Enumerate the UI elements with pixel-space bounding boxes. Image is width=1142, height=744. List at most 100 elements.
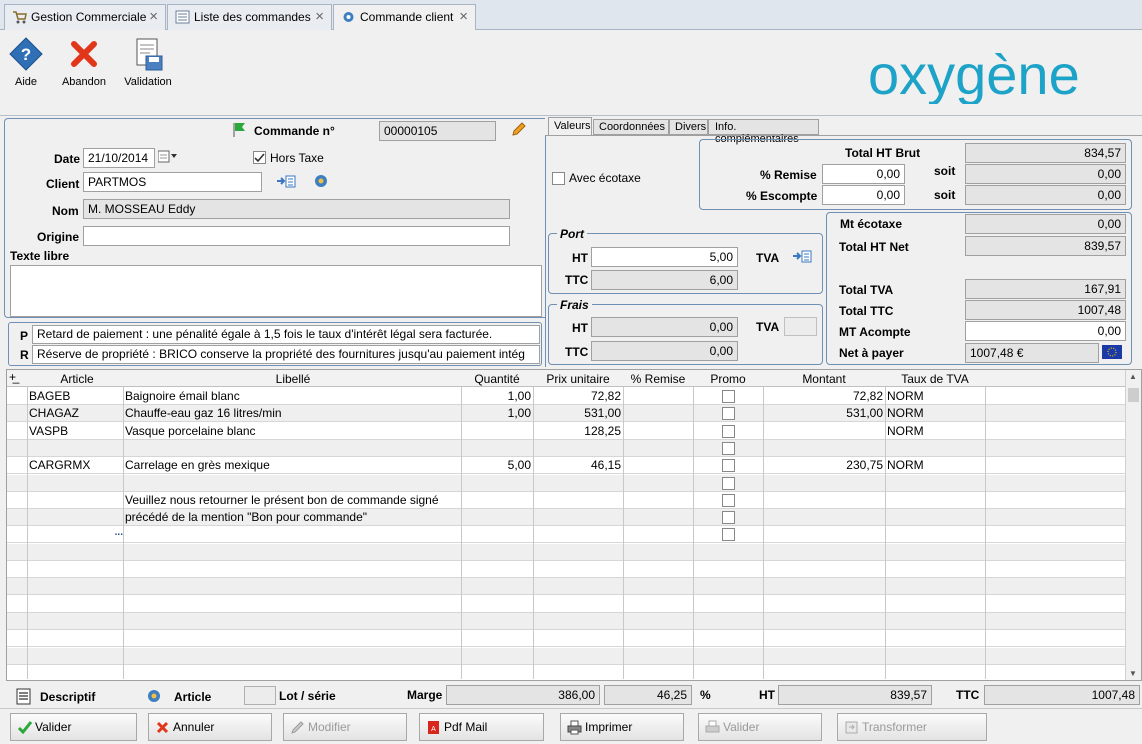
promo-checkbox[interactable] xyxy=(721,459,735,473)
client-lookup-icon[interactable] xyxy=(276,174,296,189)
table-row[interactable] xyxy=(7,612,1127,630)
grid-cell-promo[interactable] xyxy=(693,527,763,544)
frais-tva-button[interactable] xyxy=(784,317,817,336)
tab-gestion-commerciale[interactable]: Gestion Commerciale × xyxy=(4,4,166,30)
table-row[interactable] xyxy=(7,543,1127,561)
port-ht-field[interactable]: 5,00 xyxy=(591,247,738,267)
calendar-dropdown-icon[interactable] xyxy=(157,150,180,164)
grid-cell-montant[interactable]: 531,00 xyxy=(763,406,885,420)
table-row[interactable]: ... xyxy=(7,526,1127,544)
col-quantite[interactable]: Quantité xyxy=(461,372,533,386)
subtab-divers[interactable]: Divers xyxy=(669,119,708,135)
grid-cell-libelle[interactable]: Chauffe-eau gaz 16 litres/min xyxy=(123,406,461,420)
port-tva-lookup-icon[interactable] xyxy=(792,249,812,264)
grid-cell-article[interactable]: CHAGAZ xyxy=(27,406,125,420)
subtab-info-complementaires[interactable]: Info. complémentaires xyxy=(708,119,819,145)
escompte-field[interactable]: 0,00 xyxy=(822,185,905,205)
grid-cell-promo[interactable] xyxy=(693,424,763,441)
subtab-coordonnees[interactable]: Coordonnées xyxy=(593,119,669,135)
avec-ecotaxe-checkbox[interactable] xyxy=(552,172,565,185)
hors-taxe-checkbox[interactable] xyxy=(253,151,266,164)
grid-cell-tva[interactable]: NORM xyxy=(885,406,985,420)
grid-scrollbar[interactable]: ▲ ▼ xyxy=(1125,370,1141,680)
col-montant[interactable]: Montant xyxy=(763,372,885,386)
grid-cell-libelle[interactable]: précédé de la mention "Bon pour commande… xyxy=(123,510,461,524)
promo-checkbox[interactable] xyxy=(721,528,735,542)
grid-cell-article[interactable]: VASPB xyxy=(27,424,125,438)
table-row[interactable]: BAGEB Baignoire émail blanc 1,00 72,82 72,82… xyxy=(7,388,1127,405)
grid-cell-promo[interactable] xyxy=(693,458,763,475)
grid-cell-tva[interactable]: NORM xyxy=(885,424,985,438)
descriptif-icon[interactable] xyxy=(16,688,31,705)
descriptif-label[interactable]: Descriptif xyxy=(40,690,95,704)
grid-cell-quantite[interactable]: 1,00 xyxy=(461,406,533,420)
clause-r-field[interactable]: Réserve de propriété : BRICO conserve la… xyxy=(32,345,540,364)
grid-cell-montant[interactable]: 72,82 xyxy=(763,389,885,403)
promo-checkbox[interactable] xyxy=(721,493,735,507)
article-label[interactable]: Article xyxy=(174,690,211,704)
client-field[interactable]: PARTMOS xyxy=(83,172,262,192)
validation-button[interactable]: Validation xyxy=(122,36,174,88)
mt-acompte-field[interactable]: 0,00 xyxy=(965,321,1126,341)
scroll-up-icon[interactable]: ▲ xyxy=(1129,372,1137,381)
scroll-down-icon[interactable]: ▼ xyxy=(1129,669,1137,678)
promo-checkbox[interactable] xyxy=(721,407,735,421)
table-row[interactable]: Veuillez nous retourner le présent bon d… xyxy=(7,492,1127,509)
grid-cell-montant[interactable]: 230,75 xyxy=(763,458,885,472)
grid-cell-libelle[interactable]: Baignoire émail blanc xyxy=(123,389,461,403)
edit-pencil-icon[interactable] xyxy=(510,122,526,138)
table-row[interactable] xyxy=(7,630,1127,648)
client-settings-gear-icon[interactable] xyxy=(313,173,329,189)
transformer-button[interactable]: Transformer xyxy=(837,713,987,741)
grid-cell-prix[interactable]: 128,25 xyxy=(533,424,623,438)
grid-cell-promo[interactable] xyxy=(693,493,763,510)
annuler-button[interactable]: Annuler xyxy=(148,713,272,741)
table-row[interactable] xyxy=(7,474,1127,492)
promo-checkbox[interactable] xyxy=(721,511,735,525)
col-taux-tva[interactable]: Taux de TVA xyxy=(885,372,985,386)
date-field[interactable]: 21/10/2014 xyxy=(83,148,155,168)
table-row[interactable]: VASPB Vasque porcelaine blanc 128,25 NORM xyxy=(7,423,1127,440)
grid-cell-tva[interactable]: NORM xyxy=(885,458,985,472)
grid-options-icon[interactable]: +̲ xyxy=(9,370,16,384)
promo-checkbox[interactable] xyxy=(721,476,735,490)
col-remise[interactable]: % Remise xyxy=(623,372,693,386)
table-row[interactable]: CHAGAZ Chauffe-eau gaz 16 litres/min 1,00 5… xyxy=(7,405,1127,423)
scrollbar-thumb[interactable] xyxy=(1128,388,1139,402)
tab-liste-commandes[interactable]: Liste des commandes × xyxy=(167,4,332,30)
close-icon[interactable]: × xyxy=(315,8,324,25)
grid-cell-article[interactable]: ... xyxy=(27,527,125,538)
grid-cell-promo[interactable] xyxy=(693,510,763,527)
table-row[interactable] xyxy=(7,561,1127,578)
valider-secondary-button[interactable]: Valider xyxy=(698,713,822,741)
grid-cell-libelle[interactable]: Veuillez nous retourner le présent bon d… xyxy=(123,493,461,507)
imprimer-button[interactable]: Imprimer xyxy=(560,713,684,741)
table-row[interactable] xyxy=(7,596,1127,613)
grid-cell-promo[interactable] xyxy=(693,389,763,406)
modifier-button[interactable]: Modifier xyxy=(283,713,407,741)
close-icon[interactable]: × xyxy=(149,8,158,25)
lot-serie-button[interactable] xyxy=(244,686,276,705)
col-prix-unitaire[interactable]: Prix unitaire xyxy=(533,372,623,386)
origine-field[interactable] xyxy=(83,226,510,246)
col-libelle[interactable]: Libellé xyxy=(125,372,461,386)
euro-flag-icon[interactable] xyxy=(1102,345,1122,359)
table-row[interactable]: précédé de la mention "Bon pour commande… xyxy=(7,509,1127,527)
grid-cell-libelle[interactable]: Carrelage en grès mexique xyxy=(123,458,461,472)
close-icon[interactable]: × xyxy=(459,8,468,25)
grid-cell-tva[interactable]: NORM xyxy=(885,389,985,403)
promo-checkbox[interactable] xyxy=(721,441,735,455)
grid-cell-article[interactable]: BAGEB xyxy=(27,389,125,403)
table-row[interactable]: CARGRMX Carrelage en grès mexique 5,00 46,1… xyxy=(7,457,1127,475)
abandon-button[interactable]: Abandon xyxy=(58,36,110,88)
table-row[interactable] xyxy=(7,647,1127,665)
texte-libre-textarea[interactable] xyxy=(10,265,542,317)
col-promo[interactable]: Promo xyxy=(693,372,763,386)
table-row[interactable] xyxy=(7,665,1127,680)
clause-p-field[interactable]: Retard de paiement : une pénalité égale … xyxy=(32,325,540,344)
table-row[interactable] xyxy=(7,439,1127,457)
grid-cell-quantite[interactable]: 1,00 xyxy=(461,389,533,403)
grid-cell-article[interactable]: CARGRMX xyxy=(27,458,125,472)
pdf-mail-button[interactable]: A Pdf Mail xyxy=(419,713,544,741)
grid-cell-prix[interactable]: 72,82 xyxy=(533,389,623,403)
